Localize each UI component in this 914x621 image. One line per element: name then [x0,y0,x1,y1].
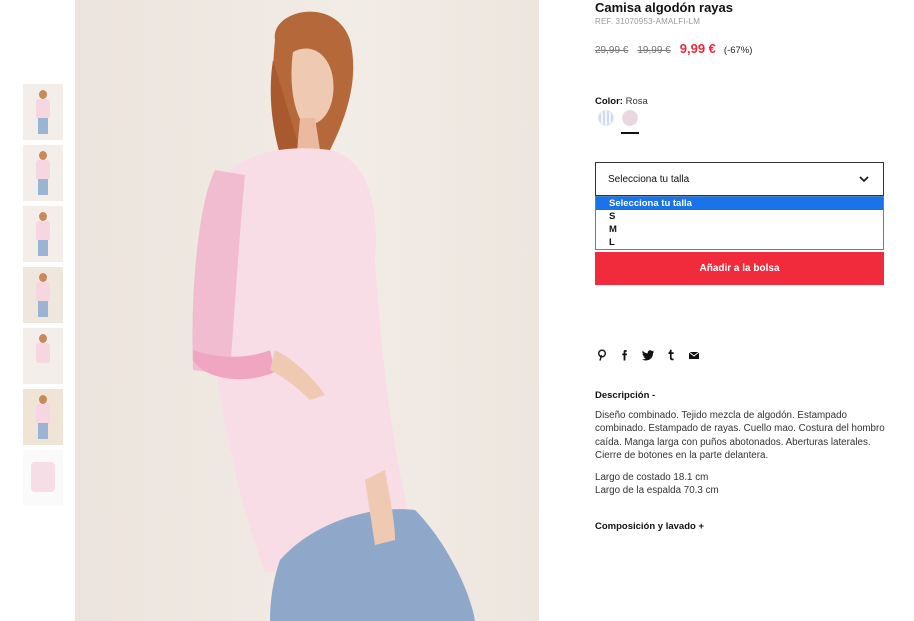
thumbnail-5[interactable] [23,328,63,384]
color-label-title: Color: [595,96,623,107]
size-option-s[interactable]: S [596,210,883,223]
measure-side-length: Largo de costado 18.1 cm [595,472,709,483]
size-option-l[interactable]: L [596,236,883,249]
measurements: Largo de costado 18.1 cm Largo de la esp… [595,471,719,498]
tumblr-icon[interactable] [665,348,677,361]
size-select[interactable]: Selecciona tu talla [595,162,884,196]
original-price: 29,99 € [595,45,629,56]
price-row: 29,99 € 19,99 € 9,99 € (-67%) [595,41,752,56]
measure-back-length: Largo de la espalda 70.3 cm [595,485,719,497]
email-icon[interactable] [688,348,700,360]
size-select-value: Selecciona tu talla [608,174,690,185]
color-swatches [598,110,639,134]
facebook-icon[interactable] [619,348,631,361]
size-dropdown: Selecciona tu talla S M L [595,196,884,250]
thumbnail-2[interactable] [23,145,63,201]
chevron-down-icon [859,176,869,183]
current-price: 9,99 € [679,41,716,56]
previous-price: 19,99 € [637,45,671,56]
add-to-bag-button[interactable]: Añadir a la bolsa [595,252,884,285]
thumbnail-6[interactable] [23,389,63,445]
twitter-icon[interactable] [642,348,655,361]
product-reference: REF. 31070953-AMALFI-LM [595,17,701,26]
share-icons [596,348,700,361]
color-value: Rosa [625,96,648,107]
swatch-blue-stripes[interactable] [598,110,614,126]
description-heading[interactable]: Descripción - [595,390,655,401]
discount-badge: (-67%) [723,45,753,56]
size-option-m[interactable]: M [596,223,883,236]
thumbnail-7[interactable] [23,450,63,506]
composition-toggle[interactable]: Composición y lavado + [595,521,704,532]
pinterest-icon[interactable] [596,348,608,361]
main-product-image[interactable] [75,0,539,621]
swatch-pink[interactable] [621,110,639,134]
thumbnail-gallery [23,84,63,511]
thumbnail-4[interactable] [23,267,63,323]
thumbnail-1[interactable] [23,84,63,140]
product-title: Camisa algodón rayas [595,0,733,15]
description-text: Diseño combinado. Tejido mezcla de algod… [595,410,885,461]
size-option-placeholder[interactable]: Selecciona tu talla [596,197,883,210]
color-label: Color: Rosa [595,96,648,107]
thumbnail-3[interactable] [23,206,63,262]
